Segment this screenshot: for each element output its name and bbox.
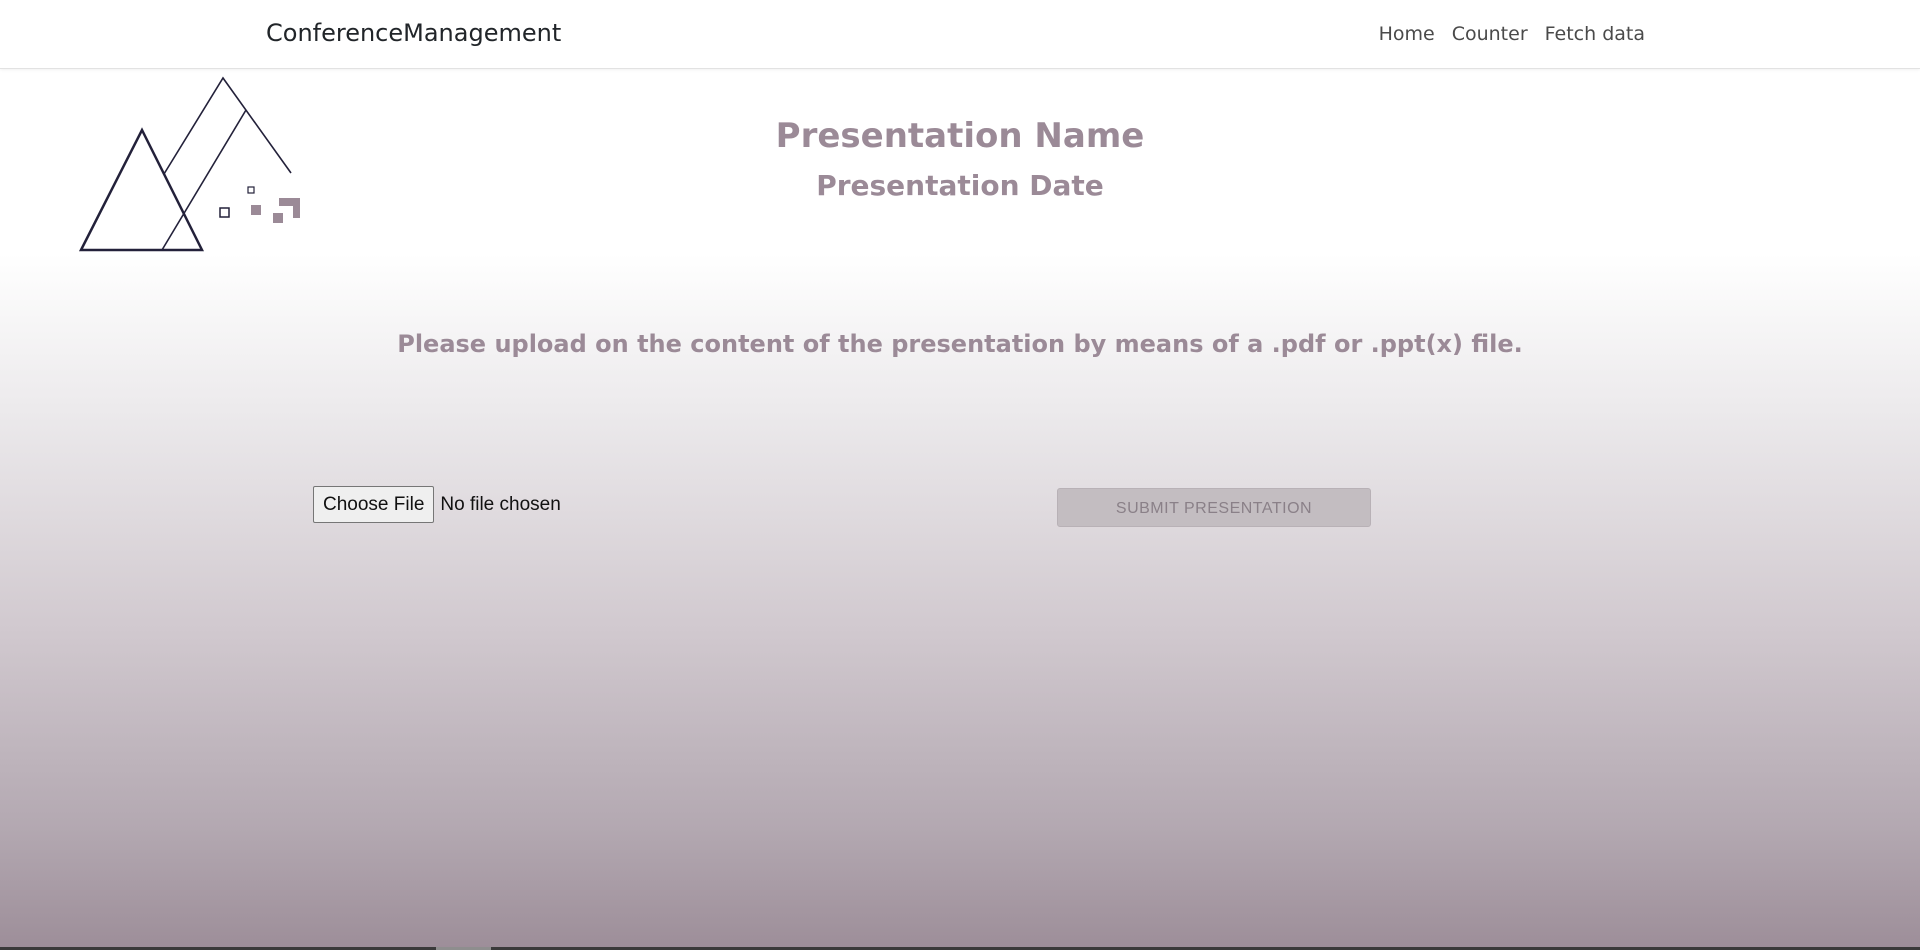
nav-links: Home Counter Fetch data	[1379, 23, 1645, 45]
upload-instruction: Please upload on the content of the pres…	[397, 330, 1523, 358]
top-navbar: ConferenceManagement Home Counter Fetch …	[0, 0, 1920, 69]
submit-presentation-button[interactable]: SUBMIT PRESENTATION	[1057, 488, 1371, 527]
nav-link-home[interactable]: Home	[1379, 23, 1435, 45]
file-status-text: No file chosen	[440, 493, 561, 515]
nav-link-fetch-data[interactable]: Fetch data	[1545, 23, 1645, 45]
conference-logo-icon	[78, 76, 300, 252]
presentation-date-heading: Presentation Date	[816, 169, 1104, 202]
nav-link-counter[interactable]: Counter	[1452, 23, 1528, 45]
brand-link[interactable]: ConferenceManagement	[266, 19, 561, 47]
presentation-name-heading: Presentation Name	[775, 116, 1145, 156]
choose-file-button[interactable]: Choose File	[313, 486, 435, 523]
file-upload-input[interactable]: Choose File No file chosen	[313, 486, 561, 523]
